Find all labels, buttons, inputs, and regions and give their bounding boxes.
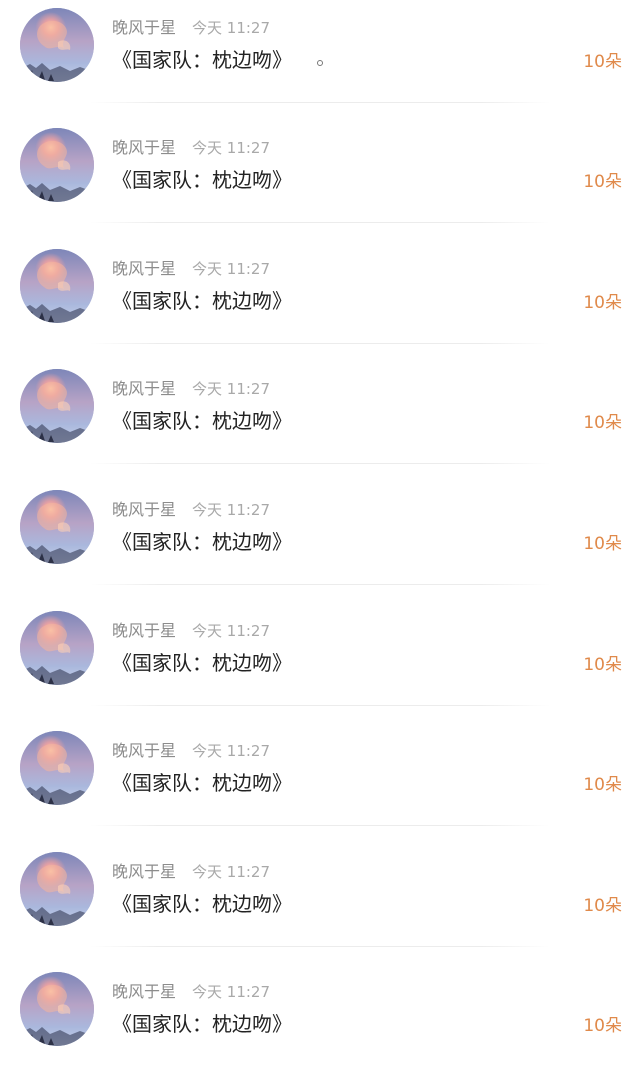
- item-meta: 晚风于星 今天 11:27: [112, 619, 270, 643]
- list-item[interactable]: 晚风于星 今天 11:27 《国家队：枕边吻》 10朵: [0, 0, 640, 120]
- avatar[interactable]: [20, 611, 94, 685]
- gift-amount: 10朵: [583, 655, 622, 675]
- row-divider: [90, 463, 550, 464]
- gift-message: 《国家队：枕边吻》: [112, 892, 292, 916]
- gift-amount: 10朵: [583, 172, 622, 192]
- list-item[interactable]: 晚风于星 今天 11:27 《国家队：枕边吻》 10朵: [0, 241, 640, 361]
- sunset-sky-avatar-icon: [20, 8, 94, 82]
- item-meta: 晚风于星 今天 11:27: [112, 498, 270, 522]
- list-item[interactable]: 晚风于星 今天 11:27 《国家队：枕边吻》 10朵: [0, 603, 640, 723]
- username[interactable]: 晚风于星: [112, 259, 176, 278]
- row-divider: [90, 825, 550, 826]
- gift-message: 《国家队：枕边吻》: [112, 48, 292, 72]
- gift-message: 《国家队：枕边吻》: [112, 289, 292, 313]
- sunset-sky-avatar-icon: [20, 731, 94, 805]
- item-meta: 晚风于星 今天 11:27: [112, 16, 270, 40]
- sunset-sky-avatar-icon: [20, 852, 94, 926]
- username[interactable]: 晚风于星: [112, 982, 176, 1001]
- gift-message: 《国家队：枕边吻》: [112, 651, 292, 675]
- timestamp: 今天 11:27: [192, 19, 271, 37]
- username[interactable]: 晚风于星: [112, 621, 176, 640]
- avatar[interactable]: [20, 128, 94, 202]
- item-meta: 晚风于星 今天 11:27: [112, 739, 270, 763]
- timestamp: 今天 11:27: [192, 260, 271, 278]
- username[interactable]: 晚风于星: [112, 138, 176, 157]
- cursor-indicator: [317, 60, 323, 66]
- avatar[interactable]: [20, 249, 94, 323]
- timestamp: 今天 11:27: [192, 742, 271, 760]
- list-item[interactable]: 晚风于星 今天 11:27 《国家队：枕边吻》 10朵: [0, 844, 640, 964]
- row-divider: [90, 222, 550, 223]
- list-item[interactable]: 晚风于星 今天 11:27 《国家队：枕边吻》 10朵: [0, 964, 640, 1084]
- row-divider: [90, 343, 550, 344]
- row-divider: [90, 102, 550, 103]
- gift-message: 《国家队：枕边吻》: [112, 168, 292, 192]
- gift-message: 《国家队：枕边吻》: [112, 530, 292, 554]
- gift-message: 《国家队：枕边吻》: [112, 1012, 292, 1036]
- timestamp: 今天 11:27: [192, 622, 271, 640]
- list-item[interactable]: 晚风于星 今天 11:27 《国家队：枕边吻》 10朵: [0, 723, 640, 843]
- item-meta: 晚风于星 今天 11:27: [112, 860, 270, 884]
- row-divider: [90, 946, 550, 947]
- row-divider: [90, 584, 550, 585]
- gift-message: 《国家队：枕边吻》: [112, 409, 292, 433]
- row-divider: [90, 705, 550, 706]
- item-meta: 晚风于星 今天 11:27: [112, 257, 270, 281]
- gift-amount: 10朵: [583, 293, 622, 313]
- avatar[interactable]: [20, 972, 94, 1046]
- sunset-sky-avatar-icon: [20, 490, 94, 564]
- timestamp: 今天 11:27: [192, 983, 271, 1001]
- avatar[interactable]: [20, 731, 94, 805]
- sunset-sky-avatar-icon: [20, 972, 94, 1046]
- sunset-sky-avatar-icon: [20, 369, 94, 443]
- gift-amount: 10朵: [583, 413, 622, 433]
- sunset-sky-avatar-icon: [20, 611, 94, 685]
- username[interactable]: 晚风于星: [112, 500, 176, 519]
- gift-amount: 10朵: [583, 1016, 622, 1036]
- list-item[interactable]: 晚风于星 今天 11:27 《国家队：枕边吻》 10朵: [0, 482, 640, 602]
- gift-message: 《国家队：枕边吻》: [112, 771, 292, 795]
- timestamp: 今天 11:27: [192, 380, 271, 398]
- avatar[interactable]: [20, 490, 94, 564]
- avatar[interactable]: [20, 369, 94, 443]
- username[interactable]: 晚风于星: [112, 18, 176, 37]
- list-item[interactable]: 晚风于星 今天 11:27 《国家队：枕边吻》 10朵: [0, 120, 640, 240]
- sunset-sky-avatar-icon: [20, 249, 94, 323]
- gift-record-list: 晚风于星 今天 11:27 《国家队：枕边吻》 10朵 晚风于星 今天 11:27 …: [0, 0, 640, 1065]
- gift-amount: 10朵: [583, 896, 622, 916]
- gift-amount: 10朵: [583, 52, 622, 72]
- timestamp: 今天 11:27: [192, 863, 271, 881]
- username[interactable]: 晚风于星: [112, 379, 176, 398]
- item-meta: 晚风于星 今天 11:27: [112, 980, 270, 1004]
- username[interactable]: 晚风于星: [112, 862, 176, 881]
- sunset-sky-avatar-icon: [20, 128, 94, 202]
- avatar[interactable]: [20, 8, 94, 82]
- timestamp: 今天 11:27: [192, 501, 271, 519]
- list-item[interactable]: 晚风于星 今天 11:27 《国家队：枕边吻》 10朵: [0, 361, 640, 481]
- gift-amount: 10朵: [583, 534, 622, 554]
- gift-amount: 10朵: [583, 775, 622, 795]
- avatar[interactable]: [20, 852, 94, 926]
- username[interactable]: 晚风于星: [112, 741, 176, 760]
- timestamp: 今天 11:27: [192, 139, 271, 157]
- item-meta: 晚风于星 今天 11:27: [112, 377, 270, 401]
- item-meta: 晚风于星 今天 11:27: [112, 136, 270, 160]
